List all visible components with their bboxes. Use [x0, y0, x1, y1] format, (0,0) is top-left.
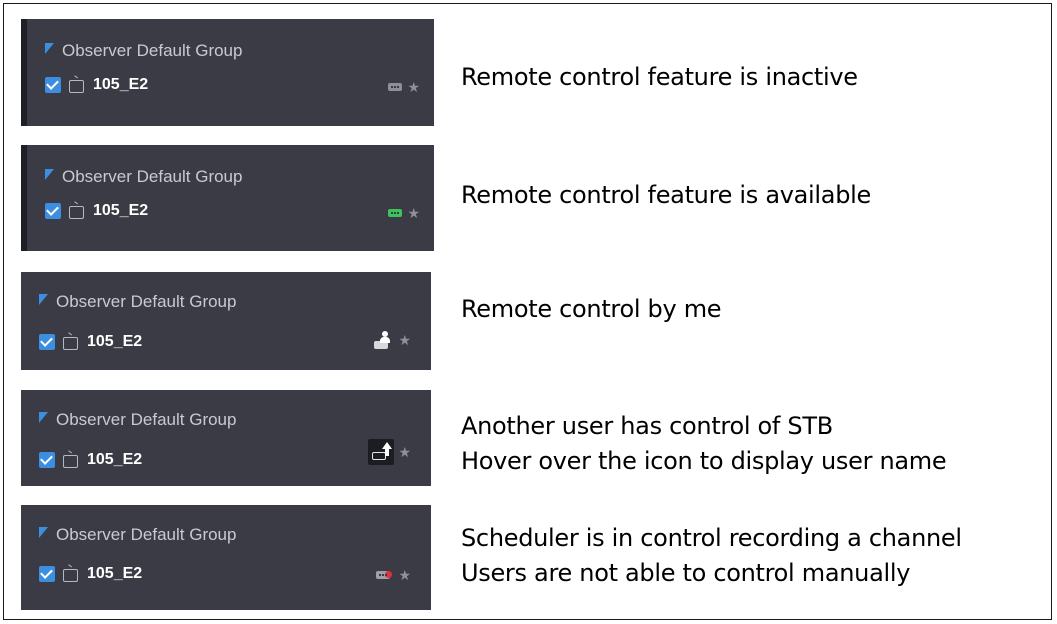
star-icon[interactable]: ★ [407, 206, 420, 220]
device-checkbox[interactable] [39, 334, 55, 350]
status-icons: ★ [388, 79, 420, 95]
group-row: Observer Default Group [45, 167, 242, 187]
status-icons: ★ [376, 567, 411, 583]
group-flag-icon [39, 293, 48, 305]
device-label: 105_E2 [93, 76, 149, 93]
device-row: 105_E2 [39, 563, 142, 585]
group-label: Observer Default Group [56, 525, 237, 544]
caption-inactive: Remote control feature is inactive [461, 60, 858, 95]
remote-by-me-icon[interactable] [374, 331, 394, 349]
status-icons: ★ [368, 439, 411, 465]
remote-inactive-icon[interactable] [388, 83, 403, 91]
device-row: 105_E2 [45, 74, 148, 96]
group-label: Observer Default Group [56, 410, 237, 429]
device-label: 105_E2 [87, 333, 143, 350]
caption-line: Remote control feature is inactive [461, 63, 858, 91]
group-row: Observer Default Group [39, 292, 236, 312]
device-row: 105_E2 [39, 449, 142, 471]
group-label: Observer Default Group [56, 292, 237, 311]
group-row: Observer Default Group [45, 41, 242, 61]
group-label: Observer Default Group [62, 41, 243, 60]
group-flag-icon [39, 411, 48, 423]
device-checkbox[interactable] [39, 566, 55, 582]
group-flag-icon [45, 168, 54, 180]
tv-icon [63, 337, 78, 350]
caption-line: Another user has control of STB [461, 412, 833, 440]
tv-icon [63, 569, 78, 582]
caption-line: Remote control by me [461, 295, 722, 323]
remote-other-user-icon[interactable] [368, 439, 395, 465]
device-row: 105_E2 [39, 331, 142, 353]
caption-available: Remote control feature is available [461, 178, 871, 213]
device-panel-inactive[interactable]: Observer Default Group 105_E2 ★ [21, 19, 434, 126]
group-flag-icon [39, 526, 48, 538]
star-icon[interactable]: ★ [398, 333, 411, 347]
remote-scheduler-recording-icon[interactable] [376, 571, 393, 579]
device-checkbox[interactable] [45, 77, 61, 93]
star-icon[interactable]: ★ [398, 568, 411, 582]
caption-scheduler: Scheduler is in control recording a chan… [461, 521, 962, 591]
group-row: Observer Default Group [39, 525, 236, 545]
star-icon[interactable]: ★ [407, 80, 420, 94]
device-row: 105_E2 [45, 200, 148, 222]
record-dot-icon [385, 571, 393, 578]
device-panel-by-me[interactable]: Observer Default Group 105_E2 ★ [21, 272, 431, 370]
caption-line: Scheduler is in control recording a chan… [461, 524, 962, 552]
device-label: 105_E2 [93, 202, 149, 219]
device-checkbox[interactable] [45, 203, 61, 219]
remote-available-icon[interactable] [388, 209, 403, 217]
device-label: 105_E2 [87, 451, 143, 468]
device-label: 105_E2 [87, 565, 143, 582]
device-panel-available[interactable]: Observer Default Group 105_E2 ★ [21, 145, 434, 251]
device-panel-other-user[interactable]: Observer Default Group 105_E2 ★ [21, 390, 431, 486]
status-icons: ★ [388, 205, 420, 221]
caption-line: Remote control feature is available [461, 181, 871, 209]
caption-line: Users are not able to control manually [461, 559, 911, 587]
device-checkbox[interactable] [39, 452, 55, 468]
star-icon[interactable]: ★ [398, 445, 411, 459]
tv-icon [69, 206, 84, 219]
tv-icon [69, 80, 84, 93]
caption-other-user: Another user has control of STB Hover ov… [461, 409, 947, 479]
device-panel-scheduler[interactable]: Observer Default Group 105_E2 ★ [21, 505, 431, 610]
group-row: Observer Default Group [39, 410, 236, 430]
status-icons: ★ [374, 331, 411, 349]
caption-by-me: Remote control by me [461, 292, 722, 327]
caption-line: Hover over the icon to display user name [461, 447, 947, 475]
group-flag-icon [45, 42, 54, 54]
tv-icon [63, 455, 78, 468]
group-label: Observer Default Group [62, 167, 243, 186]
